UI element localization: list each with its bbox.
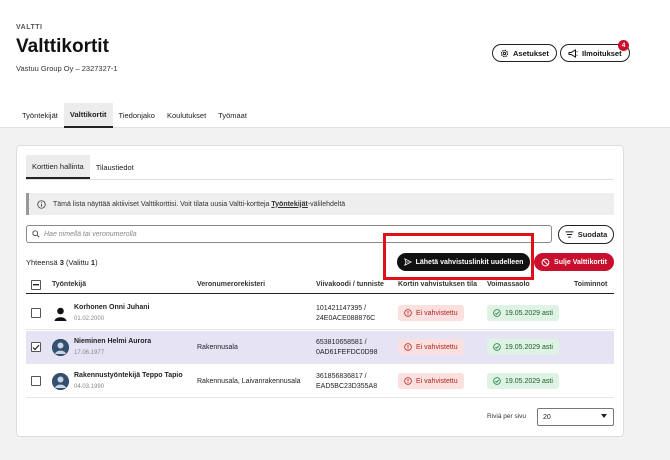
employee-birthdate: 17.06.1977 (74, 350, 105, 356)
settings-label: Asetukset (513, 48, 549, 58)
barcode-id: 0AD61FEFDC0D98 (316, 349, 378, 356)
validity-badge: 19.05.2029 asti (487, 339, 559, 355)
company-name: Vastuu Group Oy – 2327327-1 (16, 64, 118, 73)
table-row[interactable]: Rakennustyöntekijä Teppo Tapio 04.03.199… (26, 365, 614, 398)
info-text-suffix: -välilehdeltä (307, 200, 346, 208)
column-header-actions: Toiminnot (574, 281, 608, 288)
barcode-value: 101421147395 / 24E0ACE088876C (316, 304, 375, 324)
info-text: Tämä lista näyttää aktiiviset Valttikort… (53, 200, 272, 208)
filter-label: Suodata (577, 230, 608, 239)
validity-badge: 19.05.2029 asti (487, 305, 559, 321)
row-checkbox[interactable] (31, 376, 41, 386)
tab-koulutukset[interactable]: Koulutukset (161, 103, 212, 128)
notifications-count-badge: 4 (618, 40, 629, 51)
tab-valttikortit[interactable]: Valttikortit (63, 103, 113, 128)
rows-per-page-label: Riviä per sivu (487, 413, 527, 420)
validity-text: 19.05.2029 asti (505, 343, 553, 351)
status-badge: Ei vahvistettu (398, 339, 464, 355)
tab-tyontekijat[interactable]: Työntekijät (16, 103, 64, 128)
subtab-tilaustiedot[interactable]: Tilaustiedot (90, 155, 140, 179)
summary-suffix: ) (95, 258, 98, 267)
summary-prefix: Yhteensä (26, 258, 60, 267)
status-text: Ei vahvistettu (416, 343, 458, 351)
table-row[interactable]: Nieminen Helmi Aurora 17.06.1977 Rakennu… (26, 331, 614, 364)
table-header: Työntekijä Veronumerorekisteri Viivakood… (26, 276, 614, 294)
employee-name[interactable]: Korhonen Onni Juhani (74, 304, 149, 311)
close-cards-label: Sulje Valttikortit (554, 258, 607, 266)
info-link-tyontekijat[interactable]: Työntekijät (271, 201, 307, 208)
alert-icon (404, 309, 412, 317)
tax-registry-value: Rakennusala (197, 344, 238, 351)
barcode-id: 24E0ACE088876C (316, 315, 376, 322)
resend-verification-links-button[interactable]: Lähetä vahvistuslinkit uudelleen (397, 253, 530, 271)
avatar (52, 373, 69, 390)
validity-text: 19.05.2029 asti (505, 377, 553, 385)
column-header-barcode[interactable]: Viivakoodi / tunniste (316, 281, 384, 288)
send-icon (403, 258, 412, 266)
alert-icon (404, 377, 412, 385)
selection-summary: Yhteensä 3 (Valittu 1) (26, 258, 98, 267)
check-circle-icon (493, 343, 501, 351)
column-header-employee[interactable]: Työntekijä (52, 281, 86, 288)
rows-per-page-value: 20 (543, 413, 551, 421)
breadcrumb[interactable]: VALTTI (16, 24, 42, 31)
settings-button[interactable]: Asetukset (492, 44, 557, 62)
tab-tyomaat[interactable]: Työmaat (212, 103, 253, 128)
info-banner: Tämä lista näyttää aktiiviset Valttikort… (26, 193, 614, 215)
summary-selected-text: (Valittu (63, 258, 91, 267)
barcode-number: 361856836817 / (316, 373, 367, 380)
status-badge: Ei vahvistettu (398, 305, 464, 321)
column-header-validity[interactable]: Voimassaolo (487, 281, 530, 288)
employee-birthdate: 01.02.2000 (74, 316, 105, 322)
resend-label: Lähetä vahvistuslinkit uudelleen (415, 258, 524, 266)
close-cards-button[interactable]: Sulje Valttikortit (534, 253, 614, 271)
row-checkbox[interactable] (31, 308, 41, 318)
rows-per-page-select[interactable]: 20 (537, 408, 614, 426)
info-icon (37, 199, 46, 209)
filter-button[interactable]: Suodata (558, 225, 614, 244)
check-circle-icon (493, 309, 501, 317)
employee-name[interactable]: Rakennustyöntekijä Teppo Tapio (74, 372, 183, 379)
notifications-label: Ilmoitukset (582, 48, 622, 58)
barcode-value: 653810658581 / 0AD61FEFDC0D98 (316, 338, 377, 358)
subtab-divider (26, 179, 614, 180)
select-all-checkbox[interactable] (31, 280, 41, 290)
status-badge: Ei vahvistettu (398, 373, 464, 389)
search-icon (32, 230, 40, 238)
chevron-down-icon (601, 414, 607, 420)
megaphone-icon (568, 48, 578, 58)
validity-text: 19.05.2029 asti (505, 309, 553, 317)
avatar (52, 305, 69, 322)
tab-tiedonjako[interactable]: Tiedonjako (113, 103, 161, 128)
avatar (52, 339, 69, 356)
check-circle-icon (493, 377, 501, 385)
table-row[interactable]: Korhonen Onni Juhani 01.02.2000 10142114… (26, 297, 614, 330)
page-header: VALTTI Valttikortit Vastuu Group Oy – 23… (0, 0, 670, 128)
search-placeholder: Hae nimellä tai veronumerolla (44, 230, 137, 238)
tax-registry-value: Rakennusala, Laivanrakennusala (197, 378, 301, 385)
employee-name[interactable]: Nieminen Helmi Aurora (74, 338, 151, 345)
column-header-verification-status[interactable]: Kortin vahvistuksen tila (398, 281, 477, 288)
sub-tabs: Korttien hallinta Tilaustiedot (26, 155, 140, 179)
block-icon (541, 258, 550, 267)
filter-icon (565, 231, 574, 238)
validity-badge: 19.05.2029 asti (487, 373, 559, 389)
column-header-tax-registry[interactable]: Veronumerorekisteri (197, 281, 265, 288)
page-title: Valttikortit (16, 36, 109, 57)
alert-icon (404, 343, 412, 351)
barcode-id: EAD5BC23D355A8 (316, 383, 378, 390)
status-text: Ei vahvistettu (416, 309, 458, 317)
employee-birthdate: 04.03.1990 (74, 384, 105, 390)
subtab-korttien-hallinta[interactable]: Korttien hallinta (26, 155, 90, 179)
main-tabs: Työntekijät Valttikortit Tiedonjako Koul… (16, 103, 253, 128)
barcode-value: 361856836817 / EAD5BC23D355A8 (316, 372, 377, 392)
gear-icon (500, 49, 509, 58)
row-checkbox[interactable] (31, 342, 41, 352)
barcode-number: 101421147395 / (316, 305, 367, 312)
status-text: Ei vahvistettu (416, 377, 458, 385)
barcode-number: 653810658581 / (316, 339, 367, 346)
